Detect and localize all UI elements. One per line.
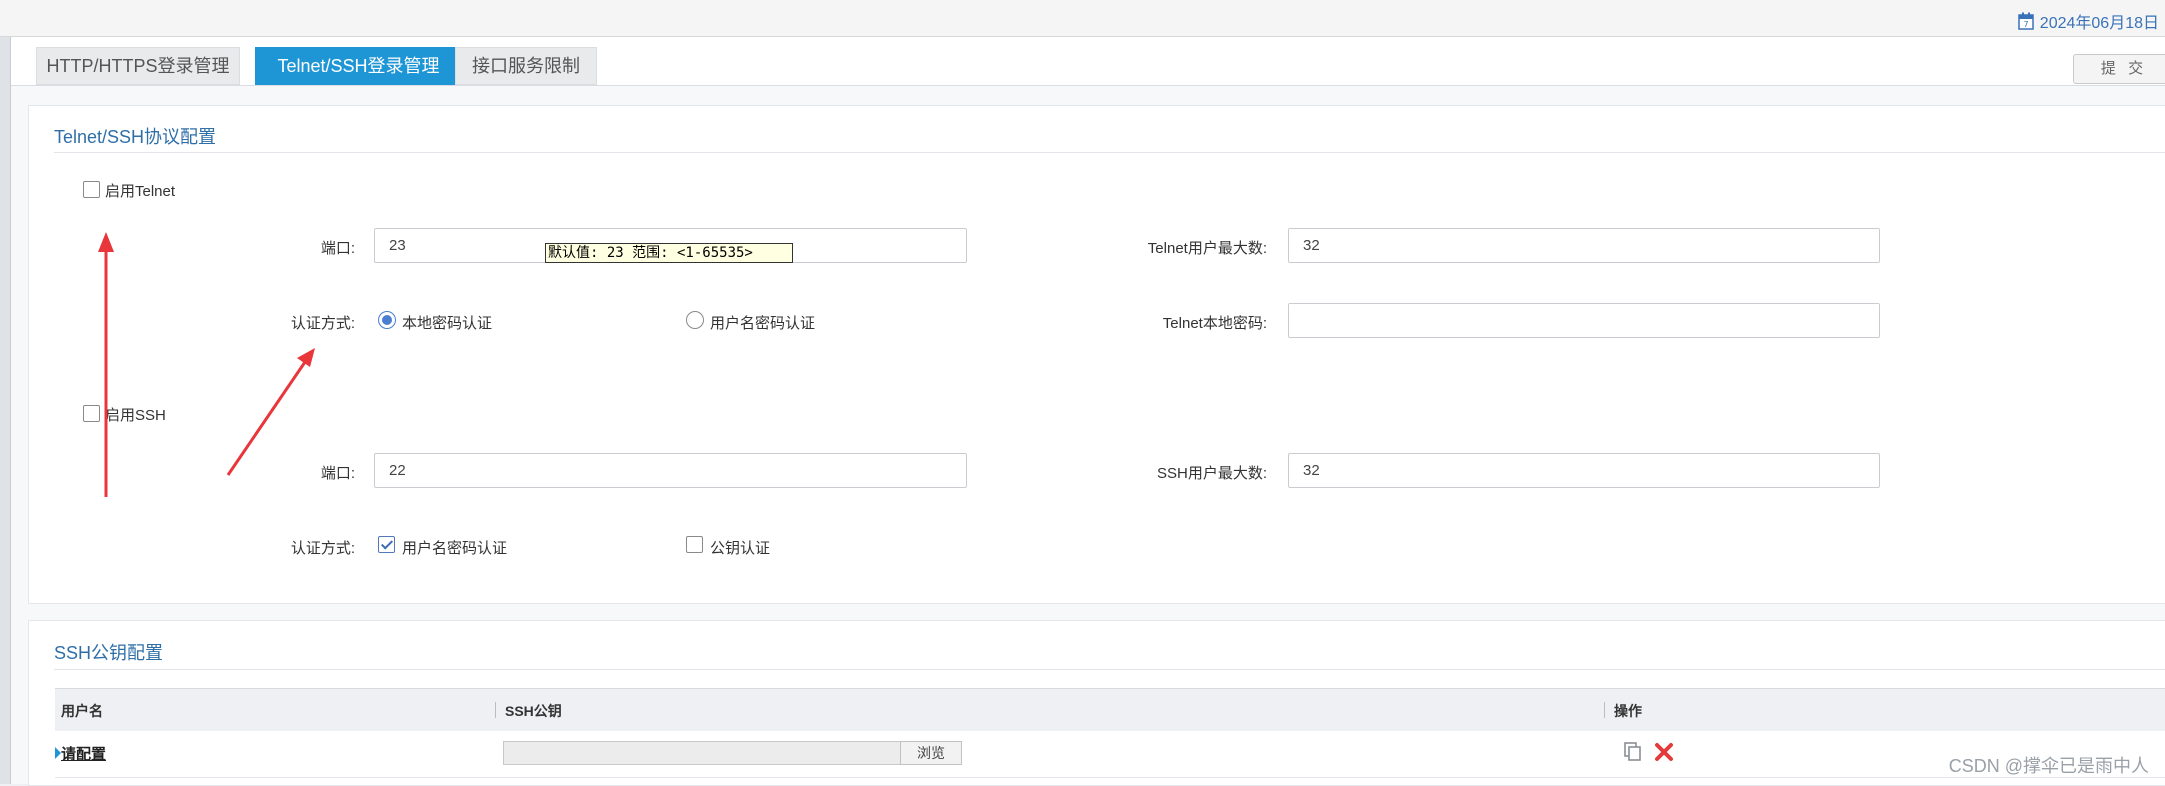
column-separator [495,702,496,718]
divider [54,669,2165,670]
telnet-auth-user-radio[interactable] [686,311,704,329]
telnet-auth-local-radio[interactable] [378,311,396,329]
telnet-local-password-input[interactable] [1288,303,1880,338]
enable-telnet-checkbox[interactable] [83,181,100,198]
tab-telnet-ssh[interactable]: Telnet/SSH登录管理 [255,47,462,85]
ssh-auth-user-checkbox[interactable] [378,536,395,553]
enable-ssh-label: 启用SSH [105,407,166,424]
protocol-config-panel: Telnet/SSH协议配置 [28,105,2165,604]
ssh-auth-key-label: 公钥认证 [710,540,771,557]
ssh-max-users-label: SSH用户最大数: [1156,465,1267,482]
column-username: 用户名 [61,703,103,719]
divider [54,152,2165,153]
column-separator [1604,702,1605,718]
date-display: 7 2024年06月18日 [2018,9,2159,33]
ssh-auth-key-checkbox[interactable] [686,536,703,553]
copy-icon[interactable] [1622,741,1644,763]
browse-button[interactable]: 浏览 [900,741,962,765]
tab-bar: HTTP/HTTPS登录管理 Telnet/SSH登录管理 接口服务限制 提 交 [11,37,2165,86]
tab-http-https[interactable]: HTTP/HTTPS登录管理 [36,47,240,85]
submit-button[interactable]: 提 交 [2073,54,2165,84]
telnet-auth-user-label: 用户名密码认证 [710,315,816,332]
svg-text:7: 7 [2023,20,2028,29]
ssh-max-users-input[interactable]: 32 [1288,453,1880,488]
pubkey-panel-title: SSH公钥配置 [54,643,164,663]
watermark: CSDN @撑伞已是雨中人 [1948,756,2149,776]
panel-title: Telnet/SSH协议配置 [54,127,217,147]
telnet-auth-local-label: 本地密码认证 [402,315,493,332]
telnet-max-users-input[interactable]: 32 [1288,228,1880,263]
configure-link[interactable]: 请配置 [61,743,106,764]
column-ssh-key: SSH公钥 [505,703,562,719]
enable-ssh-checkbox[interactable] [83,405,100,422]
port-tooltip: 默认值: 23 范围: <1-65535> [545,243,793,263]
top-bar: 7 2024年06月18日 [0,0,2165,37]
ssh-key-file-input[interactable] [503,741,901,765]
ssh-port-label: 端口: [320,465,355,482]
table-row: 请配置 浏览 [55,731,2165,778]
telnet-auth-label: 认证方式: [290,315,355,332]
ssh-auth-label: 认证方式: [290,540,355,557]
telnet-port-label: 端口: [320,240,355,257]
enable-telnet-label: 启用Telnet [105,183,176,200]
delete-icon[interactable] [1653,741,1675,763]
tab-interface-restriction[interactable]: 接口服务限制 [455,47,597,85]
pubkey-table-header: 用户名 SSH公钥 操作 [55,688,2165,732]
date-text: 2024年06月18日 [2039,15,2159,32]
ssh-auth-user-label: 用户名密码认证 [402,540,508,557]
left-rail [0,37,11,784]
telnet-max-users-label: Telnet用户最大数: [1147,240,1267,257]
telnet-local-password-label: Telnet本地密码: [1162,315,1267,332]
ssh-port-input[interactable]: 22 [374,453,967,488]
calendar-icon: 7 [2018,12,2034,30]
column-actions: 操作 [1614,703,1642,719]
